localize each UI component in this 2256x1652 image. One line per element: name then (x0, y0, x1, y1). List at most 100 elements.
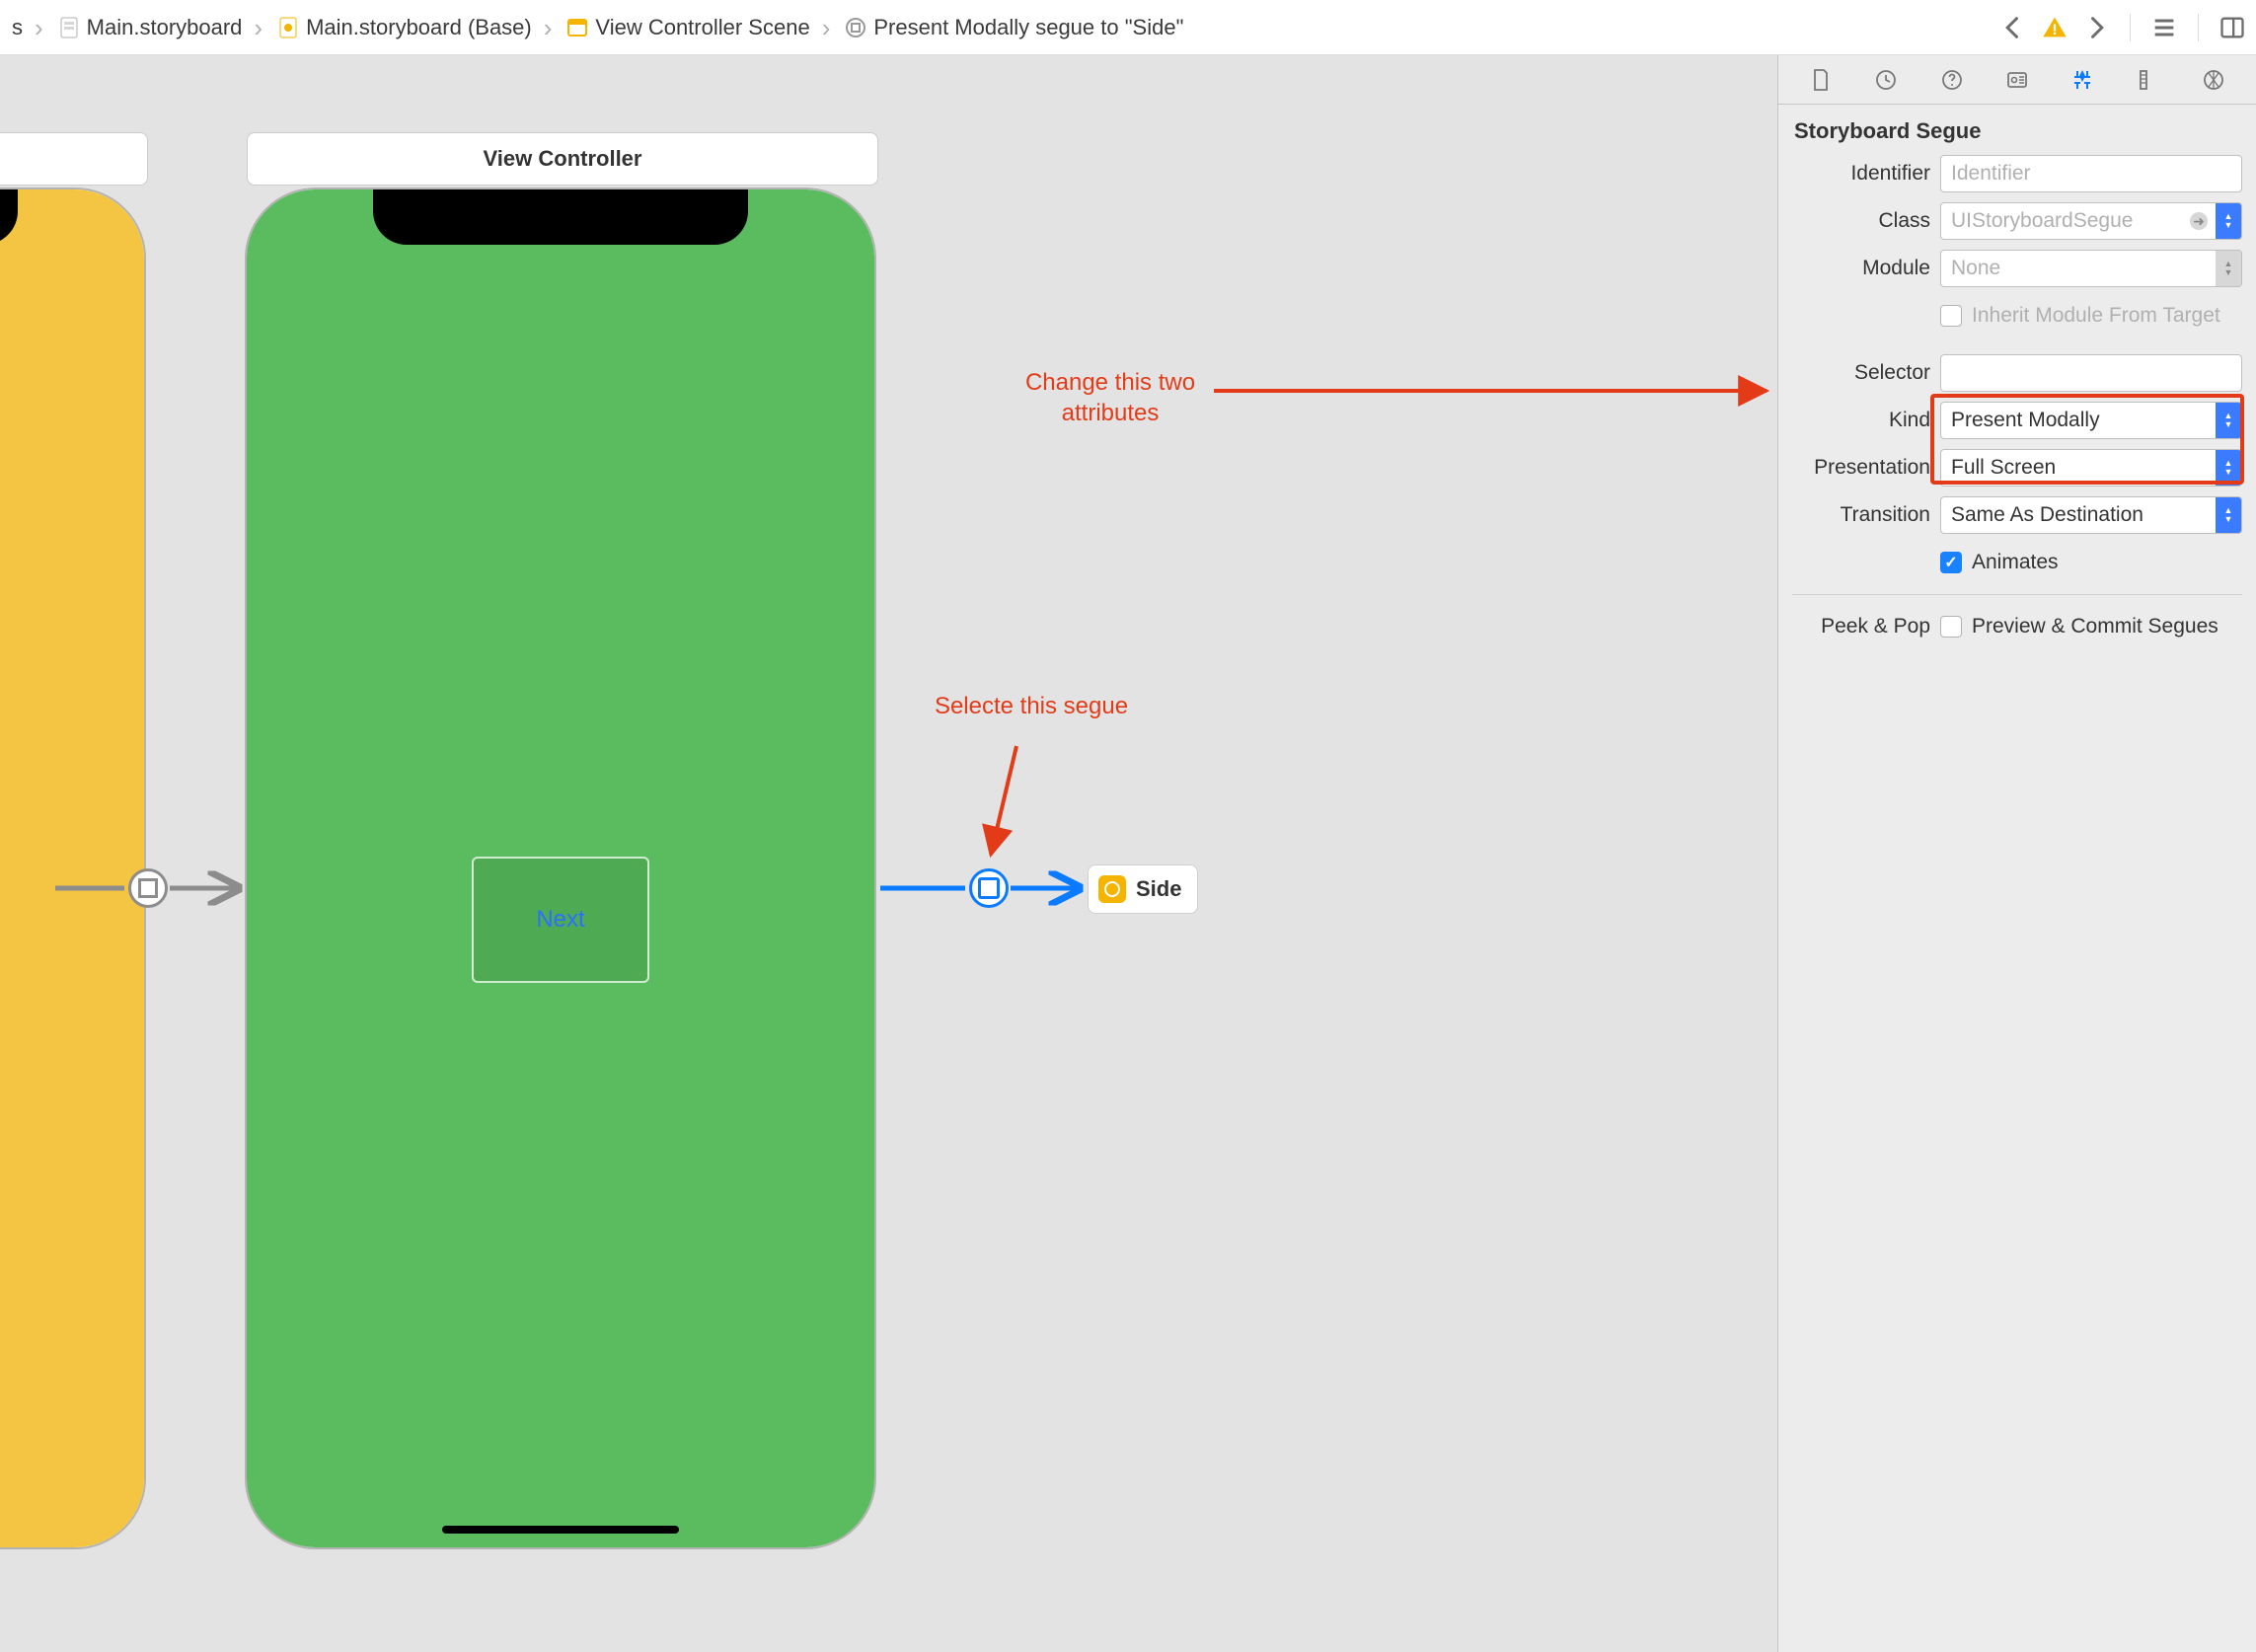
animates-row: Animates (1792, 543, 2242, 582)
breadcrumb-label: s (12, 15, 23, 40)
selector-label: Selector (1792, 361, 1940, 385)
segue-node-present-modally[interactable] (969, 868, 1009, 908)
module-select[interactable]: None (1940, 250, 2242, 287)
class-select[interactable]: UIStoryboardSegue ➜ (1940, 202, 2242, 240)
breadcrumb-label: Main.storyboard (Base) (306, 15, 532, 40)
app-root: s › Main.storyboard › Main.storyboard (B… (0, 0, 2256, 1652)
side-scene-reference[interactable]: Side (1088, 864, 1198, 914)
help-inspector-tab[interactable] (1934, 62, 1970, 98)
breadcrumb-label: Present Modally segue to "Side" (873, 15, 1183, 40)
stepper-icon[interactable] (2216, 203, 2241, 239)
class-row: Class UIStoryboardSegue ➜ (1792, 201, 2242, 241)
breadcrumb: s › Main.storyboard › Main.storyboard (B… (10, 15, 1999, 40)
device-notch (373, 189, 748, 245)
stepper-icon[interactable] (2216, 450, 2241, 486)
storyboard-base-icon (276, 16, 300, 39)
chevron-right-icon: › (248, 15, 268, 40)
storyboard-file-icon (57, 16, 81, 39)
checkbox-icon (1940, 616, 1962, 638)
transition-row: Transition Same As Destination (1792, 495, 2242, 535)
animates-label: Animates (1972, 551, 2059, 574)
toolbar-divider (2198, 14, 2199, 41)
inspector-section-title: Storyboard Segue (1792, 114, 2242, 154)
clear-icon[interactable]: ➜ (2190, 212, 2208, 230)
peek-pop-row: Peek & Pop Preview & Commit Segues (1792, 607, 2242, 646)
scene-title-label: View Controller (484, 146, 642, 172)
identity-inspector-tab[interactable] (1999, 62, 2035, 98)
container-view[interactable]: Next (472, 857, 649, 983)
breadcrumb-item-truncated[interactable]: s › (10, 15, 51, 40)
chevron-right-icon: › (29, 15, 49, 40)
view-controller-scene[interactable]: Back Next (245, 188, 876, 1549)
stepper-icon[interactable] (2216, 251, 2241, 286)
kind-select[interactable]: Present Modally (1940, 402, 2242, 439)
toolbar-right-controls (1999, 14, 2246, 41)
stepper-icon[interactable] (2216, 497, 2241, 533)
transition-value: Same As Destination (1941, 503, 2216, 527)
module-row: Module None (1792, 249, 2242, 288)
inherit-label: Inherit Module From Target (1972, 304, 2220, 328)
home-indicator (442, 1526, 679, 1534)
presentation-select[interactable]: Full Screen (1940, 449, 2242, 487)
nav-forward-button[interactable] (2082, 14, 2110, 41)
class-value: UIStoryboardSegue (1941, 209, 2216, 233)
presentation-value: Full Screen (1941, 456, 2216, 480)
identifier-input[interactable] (1940, 155, 2242, 192)
scene-title-bar[interactable]: View Controller (247, 132, 878, 186)
class-label: Class (1792, 209, 1940, 233)
warning-icon[interactable] (2041, 14, 2068, 41)
chevron-right-icon: › (816, 15, 837, 40)
presentation-label: Presentation (1792, 456, 1940, 480)
nav-back-button[interactable] (1999, 14, 2027, 41)
inherit-module-checkbox[interactable]: Inherit Module From Target (1940, 304, 2242, 328)
section-divider (1792, 594, 2242, 595)
size-inspector-tab[interactable] (2131, 62, 2166, 98)
file-inspector-tab[interactable] (1803, 62, 1839, 98)
kind-label: Kind (1792, 409, 1940, 432)
peek-pop-checkbox[interactable]: Preview & Commit Segues (1940, 615, 2242, 638)
presentation-row: Presentation Full Screen (1792, 448, 2242, 488)
checkbox-icon (1940, 305, 1962, 327)
breadcrumb-label: Main.storyboard (87, 15, 243, 40)
breadcrumb-item-base[interactable]: Main.storyboard (Base) › (274, 15, 560, 40)
segue-node-embed[interactable] (128, 868, 168, 908)
connections-inspector-tab[interactable] (2196, 62, 2231, 98)
scene-icon (565, 16, 589, 39)
attributes-inspector-tab[interactable] (2065, 62, 2100, 98)
adjust-editor-button[interactable] (2218, 14, 2246, 41)
root-view (0, 189, 144, 1547)
inspector-tab-bar (1778, 55, 2256, 105)
toolbar-divider (2130, 14, 2131, 41)
inspector-body: Storyboard Segue Identifier Class UIStor… (1778, 105, 2256, 654)
segue-icon (844, 16, 867, 39)
module-label: Module (1792, 257, 1940, 280)
breadcrumb-item-storyboard[interactable]: Main.storyboard › (55, 15, 270, 40)
kind-row: Kind Present Modally (1792, 401, 2242, 440)
kind-value: Present Modally (1941, 409, 2216, 432)
identifier-label: Identifier (1792, 162, 1940, 186)
top-toolbar: s › Main.storyboard › Main.storyboard (B… (0, 0, 2256, 55)
history-inspector-tab[interactable] (1868, 62, 1904, 98)
inherit-row: Inherit Module From Target (1792, 296, 2242, 336)
breadcrumb-item-segue[interactable]: Present Modally segue to "Side" (842, 15, 1185, 40)
stepper-icon[interactable] (2216, 403, 2241, 438)
animates-checkbox[interactable]: Animates (1940, 551, 2242, 574)
breadcrumb-label: View Controller Scene (595, 15, 809, 40)
module-value: None (1941, 257, 2216, 280)
scene-title-bar[interactable]: View Controller (0, 132, 148, 186)
annotation-change-attributes: Change this two attributes (1007, 367, 1214, 428)
annotation-select-segue: Selecte this segue (933, 691, 1130, 721)
selector-input[interactable] (1940, 354, 2242, 392)
outline-toggle-button[interactable] (2150, 14, 2178, 41)
view-controller-scene[interactable]: Next (0, 188, 146, 1549)
selector-row: Selector (1792, 353, 2242, 393)
breadcrumb-item-scene[interactable]: View Controller Scene › (564, 15, 838, 40)
transition-select[interactable]: Same As Destination (1940, 496, 2242, 534)
identifier-row: Identifier (1792, 154, 2242, 193)
transition-label: Transition (1792, 503, 1940, 527)
checkbox-checked-icon (1940, 552, 1962, 573)
storyboard-canvas[interactable]: View Controller View Controller Next (0, 55, 1777, 1652)
inspector-panel: Storyboard Segue Identifier Class UIStor… (1777, 55, 2256, 1652)
container-label: Next (536, 906, 584, 934)
peek-pop-option-label: Preview & Commit Segues (1972, 615, 2218, 638)
